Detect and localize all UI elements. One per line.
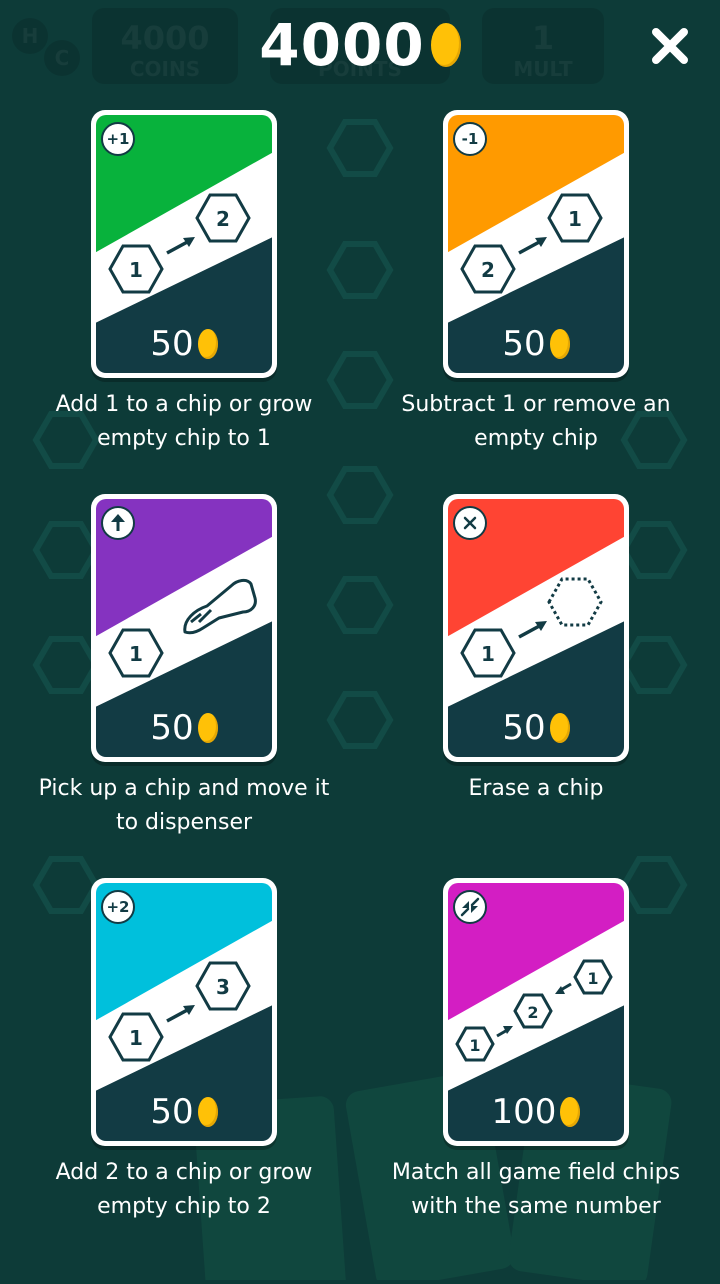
balance-value: 4000 (259, 11, 425, 79)
description-line: empty chip to 1 (97, 426, 271, 451)
card-price: 100 (443, 1090, 629, 1134)
chip-to-label: 2 (216, 207, 230, 231)
card-badge (101, 506, 135, 540)
card-badge (453, 506, 487, 540)
description-line: empty chip to 2 (97, 1194, 271, 1219)
card-description: Match all game field chips with the same… (366, 1156, 706, 1224)
description-line: with the same number (411, 1194, 661, 1219)
coin-icon (197, 713, 218, 743)
chip-to-label: 1 (568, 207, 582, 231)
cross-icon (463, 516, 477, 530)
price-value: 50 (150, 1092, 194, 1132)
card-pick-up[interactable]: 1 50 (91, 494, 277, 762)
coin-icon (549, 329, 570, 359)
chip-to-label: 3 (216, 975, 230, 999)
coin-icon (549, 713, 570, 743)
coin-icon (197, 1097, 218, 1127)
chip-from-label: 2 (481, 258, 495, 282)
card-description: Add 2 to a chip or grow empty chip to 2 (14, 1156, 354, 1224)
card-price: 50 (91, 1090, 277, 1134)
price-value: 50 (150, 324, 194, 364)
card-badge: +1 (101, 122, 135, 156)
coin-icon (430, 23, 461, 67)
chip-a-label: 1 (469, 1036, 480, 1055)
card-badge (453, 890, 487, 924)
card-description: Erase a chip (366, 772, 706, 806)
coin-icon (560, 1097, 581, 1127)
card-price: 50 (91, 706, 277, 750)
description-line: Match all game field chips (391, 1160, 681, 1185)
card-add-one[interactable]: 1 2 +1 50 (91, 110, 277, 378)
arrow-up-icon (111, 514, 125, 531)
description-line: to dispenser (115, 810, 253, 835)
chip-from-label: 1 (129, 642, 143, 666)
card-add-two[interactable]: 1 3 +2 50 (91, 878, 277, 1146)
description-line: Pick up a chip and move it (38, 776, 330, 801)
card-price: 50 (91, 322, 277, 366)
shop-header: 4000 (0, 0, 720, 100)
card-price: 50 (443, 706, 629, 750)
chip-c-label: 1 (587, 969, 598, 988)
price-value: 50 (502, 324, 546, 364)
price-value: 100 (491, 1092, 557, 1132)
card-match-all[interactable]: 1 2 1 100 (443, 878, 629, 1146)
chip-from-label: 1 (129, 1026, 143, 1050)
coin-icon (197, 329, 218, 359)
merge-icon (460, 897, 480, 917)
close-icon (652, 28, 688, 64)
card-badge: -1 (453, 122, 487, 156)
price-value: 50 (502, 708, 546, 748)
description-line: empty chip (474, 426, 598, 451)
card-description: Add 1 to a chip or grow empty chip to 1 (14, 388, 354, 456)
chip-b-label: 2 (527, 1003, 538, 1022)
description-line: Erase a chip (468, 776, 604, 801)
description-line: Add 2 to a chip or grow (55, 1160, 313, 1185)
hand-icon (183, 578, 257, 635)
card-subtract-one[interactable]: 2 1 -1 50 (443, 110, 629, 378)
description-line: Add 1 to a chip or grow (55, 392, 313, 417)
card-description: Pick up a chip and move it to dispenser (14, 772, 354, 840)
price-value: 50 (150, 708, 194, 748)
chip-from-label: 1 (129, 258, 143, 282)
description-line: Subtract 1 or remove an (401, 392, 671, 417)
card-price: 50 (443, 322, 629, 366)
chip-from-label: 1 (481, 642, 495, 666)
card-badge: +2 (101, 890, 135, 924)
coin-balance: 4000 (0, 10, 720, 80)
card-erase[interactable]: 1 50 (443, 494, 629, 762)
close-button[interactable] (642, 18, 698, 74)
card-description: Subtract 1 or remove an empty chip (366, 388, 706, 456)
